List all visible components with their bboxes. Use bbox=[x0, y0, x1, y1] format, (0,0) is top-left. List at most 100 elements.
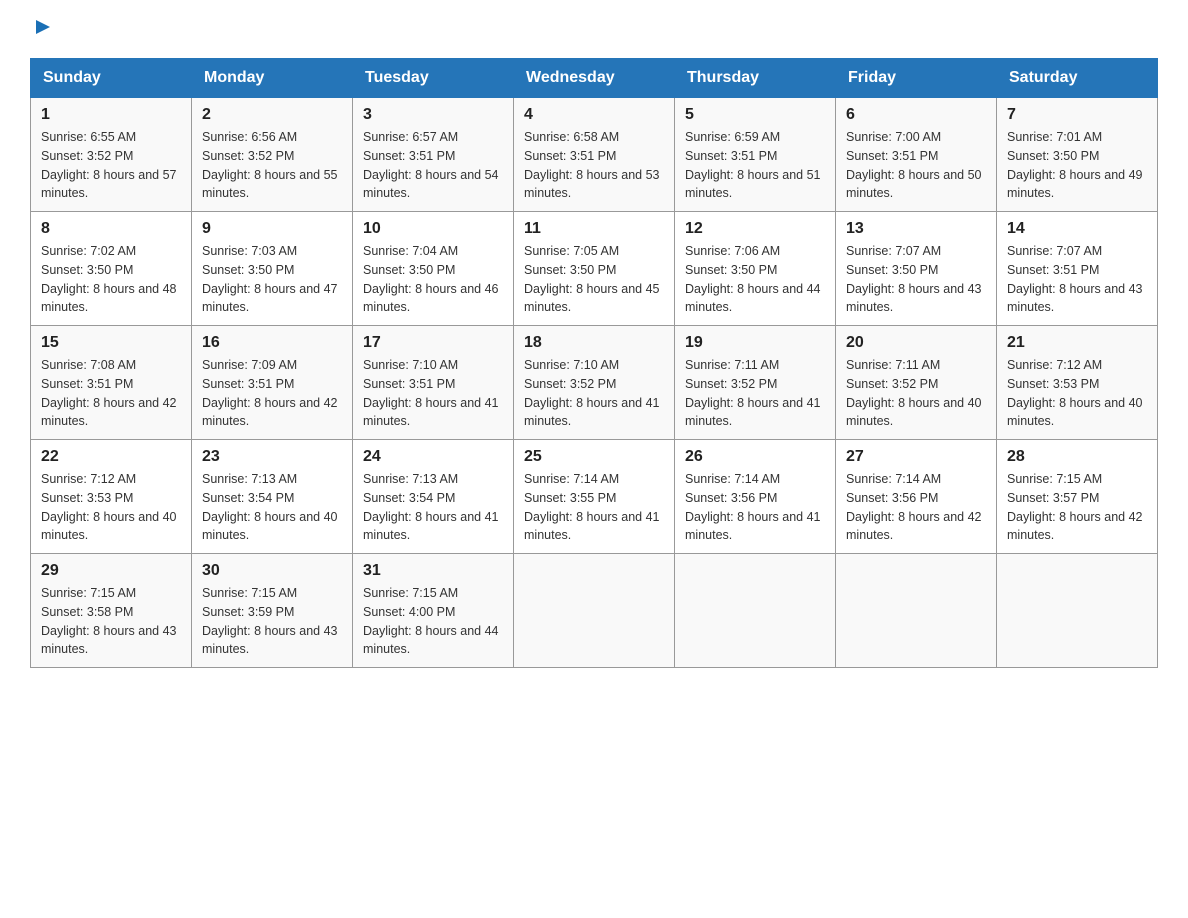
calendar-cell: 28 Sunrise: 7:15 AM Sunset: 3:57 PM Dayl… bbox=[997, 440, 1158, 554]
day-number: 13 bbox=[846, 220, 986, 238]
day-info: Sunrise: 7:14 AM Sunset: 3:55 PM Dayligh… bbox=[524, 470, 664, 545]
day-number: 15 bbox=[41, 334, 181, 352]
calendar-cell bbox=[514, 554, 675, 668]
day-info: Sunrise: 6:57 AM Sunset: 3:51 PM Dayligh… bbox=[363, 128, 503, 203]
day-number: 3 bbox=[363, 106, 503, 124]
page-header bbox=[30, 20, 1158, 38]
calendar-week-row: 15 Sunrise: 7:08 AM Sunset: 3:51 PM Dayl… bbox=[31, 326, 1158, 440]
calendar-cell: 30 Sunrise: 7:15 AM Sunset: 3:59 PM Dayl… bbox=[192, 554, 353, 668]
day-number: 31 bbox=[363, 562, 503, 580]
day-info: Sunrise: 7:07 AM Sunset: 3:50 PM Dayligh… bbox=[846, 242, 986, 317]
calendar-cell: 15 Sunrise: 7:08 AM Sunset: 3:51 PM Dayl… bbox=[31, 326, 192, 440]
day-number: 27 bbox=[846, 448, 986, 466]
calendar-cell: 8 Sunrise: 7:02 AM Sunset: 3:50 PM Dayli… bbox=[31, 212, 192, 326]
calendar-header-thursday: Thursday bbox=[675, 59, 836, 98]
calendar-cell: 22 Sunrise: 7:12 AM Sunset: 3:53 PM Dayl… bbox=[31, 440, 192, 554]
calendar-cell: 17 Sunrise: 7:10 AM Sunset: 3:51 PM Dayl… bbox=[353, 326, 514, 440]
day-number: 23 bbox=[202, 448, 342, 466]
day-info: Sunrise: 7:09 AM Sunset: 3:51 PM Dayligh… bbox=[202, 356, 342, 431]
day-number: 28 bbox=[1007, 448, 1147, 466]
day-info: Sunrise: 7:13 AM Sunset: 3:54 PM Dayligh… bbox=[202, 470, 342, 545]
day-info: Sunrise: 7:06 AM Sunset: 3:50 PM Dayligh… bbox=[685, 242, 825, 317]
calendar-cell: 16 Sunrise: 7:09 AM Sunset: 3:51 PM Dayl… bbox=[192, 326, 353, 440]
day-info: Sunrise: 7:02 AM Sunset: 3:50 PM Dayligh… bbox=[41, 242, 181, 317]
day-number: 17 bbox=[363, 334, 503, 352]
calendar-header-tuesday: Tuesday bbox=[353, 59, 514, 98]
calendar-cell: 11 Sunrise: 7:05 AM Sunset: 3:50 PM Dayl… bbox=[514, 212, 675, 326]
day-info: Sunrise: 7:05 AM Sunset: 3:50 PM Dayligh… bbox=[524, 242, 664, 317]
day-info: Sunrise: 7:11 AM Sunset: 3:52 PM Dayligh… bbox=[685, 356, 825, 431]
day-number: 9 bbox=[202, 220, 342, 238]
day-number: 16 bbox=[202, 334, 342, 352]
calendar-header-monday: Monday bbox=[192, 59, 353, 98]
calendar-cell bbox=[675, 554, 836, 668]
day-info: Sunrise: 6:55 AM Sunset: 3:52 PM Dayligh… bbox=[41, 128, 181, 203]
day-number: 14 bbox=[1007, 220, 1147, 238]
logo bbox=[30, 20, 54, 38]
calendar-cell: 4 Sunrise: 6:58 AM Sunset: 3:51 PM Dayli… bbox=[514, 98, 675, 212]
day-info: Sunrise: 7:11 AM Sunset: 3:52 PM Dayligh… bbox=[846, 356, 986, 431]
day-number: 20 bbox=[846, 334, 986, 352]
calendar-cell: 2 Sunrise: 6:56 AM Sunset: 3:52 PM Dayli… bbox=[192, 98, 353, 212]
calendar-header-row: SundayMondayTuesdayWednesdayThursdayFrid… bbox=[31, 59, 1158, 98]
day-number: 11 bbox=[524, 220, 664, 238]
calendar-cell: 21 Sunrise: 7:12 AM Sunset: 3:53 PM Dayl… bbox=[997, 326, 1158, 440]
day-number: 25 bbox=[524, 448, 664, 466]
day-number: 12 bbox=[685, 220, 825, 238]
calendar-cell: 5 Sunrise: 6:59 AM Sunset: 3:51 PM Dayli… bbox=[675, 98, 836, 212]
calendar-cell: 9 Sunrise: 7:03 AM Sunset: 3:50 PM Dayli… bbox=[192, 212, 353, 326]
day-number: 24 bbox=[363, 448, 503, 466]
day-number: 2 bbox=[202, 106, 342, 124]
calendar-cell: 27 Sunrise: 7:14 AM Sunset: 3:56 PM Dayl… bbox=[836, 440, 997, 554]
day-number: 30 bbox=[202, 562, 342, 580]
day-info: Sunrise: 7:15 AM Sunset: 3:58 PM Dayligh… bbox=[41, 584, 181, 659]
logo-arrow-icon bbox=[32, 16, 54, 38]
day-info: Sunrise: 7:14 AM Sunset: 3:56 PM Dayligh… bbox=[846, 470, 986, 545]
calendar-cell: 7 Sunrise: 7:01 AM Sunset: 3:50 PM Dayli… bbox=[997, 98, 1158, 212]
calendar-cell: 31 Sunrise: 7:15 AM Sunset: 4:00 PM Dayl… bbox=[353, 554, 514, 668]
calendar-header-friday: Friday bbox=[836, 59, 997, 98]
day-info: Sunrise: 7:12 AM Sunset: 3:53 PM Dayligh… bbox=[1007, 356, 1147, 431]
calendar-header-saturday: Saturday bbox=[997, 59, 1158, 98]
calendar-cell: 12 Sunrise: 7:06 AM Sunset: 3:50 PM Dayl… bbox=[675, 212, 836, 326]
day-number: 5 bbox=[685, 106, 825, 124]
day-number: 21 bbox=[1007, 334, 1147, 352]
calendar-week-row: 29 Sunrise: 7:15 AM Sunset: 3:58 PM Dayl… bbox=[31, 554, 1158, 668]
calendar-cell: 19 Sunrise: 7:11 AM Sunset: 3:52 PM Dayl… bbox=[675, 326, 836, 440]
calendar-cell: 13 Sunrise: 7:07 AM Sunset: 3:50 PM Dayl… bbox=[836, 212, 997, 326]
calendar-cell: 10 Sunrise: 7:04 AM Sunset: 3:50 PM Dayl… bbox=[353, 212, 514, 326]
day-number: 26 bbox=[685, 448, 825, 466]
day-info: Sunrise: 6:58 AM Sunset: 3:51 PM Dayligh… bbox=[524, 128, 664, 203]
calendar-cell: 24 Sunrise: 7:13 AM Sunset: 3:54 PM Dayl… bbox=[353, 440, 514, 554]
day-number: 18 bbox=[524, 334, 664, 352]
day-info: Sunrise: 7:00 AM Sunset: 3:51 PM Dayligh… bbox=[846, 128, 986, 203]
day-info: Sunrise: 7:15 AM Sunset: 4:00 PM Dayligh… bbox=[363, 584, 503, 659]
day-info: Sunrise: 7:03 AM Sunset: 3:50 PM Dayligh… bbox=[202, 242, 342, 317]
day-info: Sunrise: 7:13 AM Sunset: 3:54 PM Dayligh… bbox=[363, 470, 503, 545]
day-number: 10 bbox=[363, 220, 503, 238]
day-number: 8 bbox=[41, 220, 181, 238]
day-info: Sunrise: 7:07 AM Sunset: 3:51 PM Dayligh… bbox=[1007, 242, 1147, 317]
day-number: 1 bbox=[41, 106, 181, 124]
day-info: Sunrise: 7:04 AM Sunset: 3:50 PM Dayligh… bbox=[363, 242, 503, 317]
calendar-cell: 1 Sunrise: 6:55 AM Sunset: 3:52 PM Dayli… bbox=[31, 98, 192, 212]
day-number: 6 bbox=[846, 106, 986, 124]
calendar-header-wednesday: Wednesday bbox=[514, 59, 675, 98]
calendar-cell: 25 Sunrise: 7:14 AM Sunset: 3:55 PM Dayl… bbox=[514, 440, 675, 554]
day-info: Sunrise: 7:10 AM Sunset: 3:52 PM Dayligh… bbox=[524, 356, 664, 431]
calendar-cell: 3 Sunrise: 6:57 AM Sunset: 3:51 PM Dayli… bbox=[353, 98, 514, 212]
day-info: Sunrise: 7:12 AM Sunset: 3:53 PM Dayligh… bbox=[41, 470, 181, 545]
day-info: Sunrise: 7:01 AM Sunset: 3:50 PM Dayligh… bbox=[1007, 128, 1147, 203]
calendar-cell bbox=[836, 554, 997, 668]
day-number: 4 bbox=[524, 106, 664, 124]
calendar-cell: 18 Sunrise: 7:10 AM Sunset: 3:52 PM Dayl… bbox=[514, 326, 675, 440]
day-number: 22 bbox=[41, 448, 181, 466]
day-number: 7 bbox=[1007, 106, 1147, 124]
day-info: Sunrise: 6:56 AM Sunset: 3:52 PM Dayligh… bbox=[202, 128, 342, 203]
calendar-cell: 14 Sunrise: 7:07 AM Sunset: 3:51 PM Dayl… bbox=[997, 212, 1158, 326]
calendar-table: SundayMondayTuesdayWednesdayThursdayFrid… bbox=[30, 58, 1158, 668]
day-info: Sunrise: 7:15 AM Sunset: 3:57 PM Dayligh… bbox=[1007, 470, 1147, 545]
calendar-cell bbox=[997, 554, 1158, 668]
calendar-header-sunday: Sunday bbox=[31, 59, 192, 98]
calendar-cell: 29 Sunrise: 7:15 AM Sunset: 3:58 PM Dayl… bbox=[31, 554, 192, 668]
